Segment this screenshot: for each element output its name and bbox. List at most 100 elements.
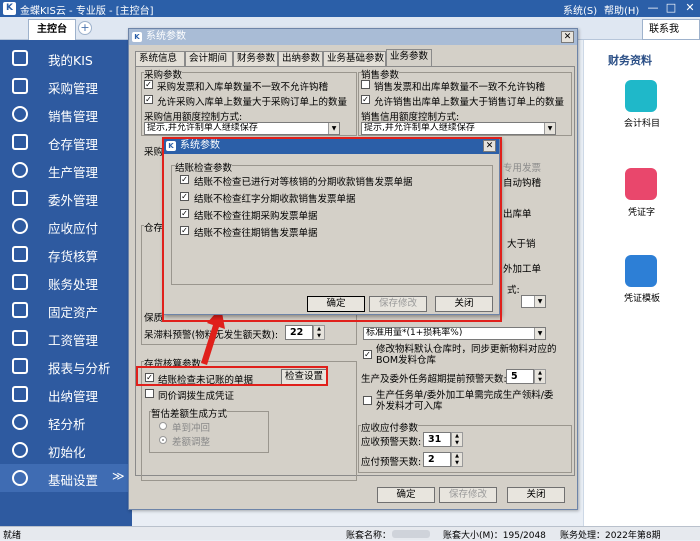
sidebar-item-reports[interactable]: 报表与分析 — [0, 352, 132, 380]
tab-finance[interactable]: 财务参数 — [233, 51, 278, 66]
storage-group-title: 仓存 — [144, 220, 164, 234]
sidebar-item-init[interactable]: 初始化 — [0, 436, 132, 464]
arap-group-title: 应收应付参数 — [361, 420, 419, 434]
sidebar-item-production[interactable]: 生产管理 — [0, 156, 132, 184]
blurred-account-name — [392, 530, 430, 538]
sidebar-item-accounting[interactable]: 账务处理 — [0, 268, 132, 296]
outsource-icon — [12, 190, 28, 206]
radio-diff-adjust[interactable] — [159, 436, 167, 444]
chart-icon — [12, 358, 28, 374]
overdue-input[interactable]: 5 ▲ ▼ — [506, 369, 546, 384]
tile-label-voucher-word[interactable]: 凭证字 — [628, 205, 655, 218]
tab-cashier[interactable]: 出纳参数 — [278, 51, 323, 66]
radio-diff-adjust-label: 差额调整 — [172, 437, 211, 448]
storage-keep-label: 保质 — [144, 313, 164, 324]
voucher-word-icon[interactable] — [625, 168, 657, 200]
app-title-bar: K 金蝶KIS云 - 专业版 - [主控台] 系统(S) 帮助(H) — □ ✕ — [0, 0, 700, 17]
sidebar-item-salary[interactable]: 工资管理 — [0, 324, 132, 352]
tab-business-base[interactable]: 业务基础参数 — [323, 51, 386, 66]
sales-credit-label: 销售信用额度控制方式: — [361, 112, 460, 123]
dialog-close-icon[interactable]: ✕ — [561, 31, 574, 43]
receivable-input[interactable]: 31 ▲ ▼ — [423, 432, 463, 447]
sidebar-item-sales[interactable]: 销售管理 — [0, 100, 132, 128]
receivable-label: 应收预警天数: — [361, 437, 422, 448]
sidebar-item-inventory-calc[interactable]: 存货核算 — [0, 240, 132, 268]
sidebar-item-outsource[interactable]: 委外管理 — [0, 184, 132, 212]
sales-credit-value: 提示,并允许制单人继续保存 — [364, 123, 475, 133]
sales-partial-auto: 自动钩稽 — [503, 178, 542, 189]
tab-business[interactable]: 业务参数 — [386, 49, 432, 66]
purchase-credit-value: 提示,并允许制单人继续保存 — [147, 123, 258, 133]
ok-button[interactable]: 确定 — [377, 487, 435, 503]
sales-partial-invoice: 专用发票 — [503, 163, 542, 174]
purchase-opt-1-checkbox[interactable]: ✓ — [144, 80, 153, 89]
tile-label-ledger[interactable]: 会计科目 — [624, 116, 660, 129]
diff-group-title: 暂估差额生成方式 — [151, 406, 228, 420]
purchase-credit-select[interactable]: 提示,并允许制单人继续保存 ▼ — [144, 122, 340, 135]
sidebar-item-fixed-assets[interactable]: 固定资产 — [0, 296, 132, 324]
must-finish-checkbox[interactable] — [363, 396, 372, 405]
dialog-app-icon: K — [132, 32, 142, 42]
payable-value: 2 — [428, 454, 435, 465]
sales-credit-select[interactable]: 提示,并允许制单人继续保存 ▼ — [361, 122, 556, 135]
close-button[interactable]: 关闭 — [507, 487, 565, 503]
spinner-icon[interactable]: ▲ ▼ — [534, 369, 546, 384]
sidebar-item-my-kis[interactable]: 我的KIS — [0, 44, 132, 72]
sales-opt-1-checkbox[interactable] — [361, 80, 370, 89]
menu-system[interactable]: 系统(S) — [563, 2, 597, 17]
material-usage-value: 标准用量*(1+损耗率%) — [366, 328, 463, 338]
settings-icon — [12, 470, 28, 486]
collapse-icon[interactable]: ≫ — [112, 469, 125, 483]
payable-input[interactable]: 2 ▲ ▼ — [423, 452, 463, 467]
radio-reverse-label: 单到冲回 — [172, 423, 211, 434]
tab-system-info[interactable]: 系统信息 — [135, 51, 185, 66]
purchase-opt-2-label: 允许采购入库单上数量大于采购订单上的数量 — [157, 97, 348, 108]
sidebar-item-purchase[interactable]: 采购管理 — [0, 72, 132, 100]
partial-select[interactable]: ▼ — [521, 295, 546, 308]
highlight-subdialog — [162, 137, 502, 322]
sales-opt-1-label: 销售发票和出库单数量不一致不允许钩稽 — [374, 82, 546, 93]
sidebar-item-basic-settings[interactable]: 基础设置 ≫ — [0, 464, 132, 492]
save-button[interactable]: 保存修改 — [439, 487, 497, 503]
close-icon[interactable]: ✕ — [683, 1, 697, 14]
purchase-opt-2-checkbox[interactable]: ✓ — [144, 95, 153, 104]
sidebar-item-arap[interactable]: 应收应付 — [0, 212, 132, 240]
material-usage-select[interactable]: 标准用量*(1+损耗率%) ▼ — [363, 327, 546, 340]
salary-icon — [12, 330, 28, 346]
minimize-icon[interactable]: — — [646, 1, 660, 14]
radio-reverse[interactable] — [159, 422, 167, 430]
tab-home[interactable]: 主控台 — [28, 19, 76, 40]
kis-logo-icon: K — [3, 2, 16, 15]
bom-sync-checkbox[interactable]: ✓ — [363, 350, 372, 359]
chevron-down-icon: ▼ — [328, 123, 339, 134]
slow-moving-input[interactable]: 22 ▲ ▼ — [285, 325, 325, 340]
maximize-icon[interactable]: □ — [664, 1, 678, 14]
status-account-name-label: 账套名称： — [346, 531, 392, 541]
sales-opt-2-checkbox[interactable]: ✓ — [361, 95, 370, 104]
add-tab-icon[interactable]: + — [78, 21, 92, 35]
person-icon — [12, 106, 28, 122]
spinner-icon[interactable]: ▲ ▼ — [313, 325, 325, 340]
bom-sync-label: 修改物料默认仓库时，同步更新物料对应的BOM发料仓库 — [376, 344, 557, 366]
tile-label-voucher-template[interactable]: 凭证模板 — [624, 291, 660, 304]
sales-opt-2-label: 允许销售出库单上数量大于销售订单上的数量 — [374, 97, 565, 108]
tab-contact[interactable]: 联系我 — [642, 19, 700, 40]
sidebar-item-cashier[interactable]: 出纳管理 — [0, 380, 132, 408]
ledger-icon[interactable] — [625, 80, 657, 112]
sidebar-item-light-analysis[interactable]: 轻分析 — [0, 408, 132, 436]
menu-help[interactable]: 帮助(H) — [604, 2, 639, 17]
right-panel-title: 财务资料 — [608, 54, 652, 67]
status-bar: 就绪 账套名称： 账套大小(M)：195/2048 账务处理：2022年第8期 — [0, 526, 700, 541]
dialog-tabs: 系统信息 会计期间 财务参数 出纳参数 业务基础参数 业务参数 — [135, 49, 575, 67]
purchase-truncated-label: 采购 — [144, 147, 164, 158]
spinner-icon[interactable]: ▲ ▼ — [451, 432, 463, 447]
init-icon — [12, 442, 28, 458]
spinner-icon[interactable]: ▲ ▼ — [451, 452, 463, 467]
gear-icon — [12, 162, 28, 178]
sales-partial-greater: 大于销 — [507, 239, 536, 250]
sidebar-item-warehouse[interactable]: 仓存管理 — [0, 128, 132, 156]
chevron-down-icon: ▼ — [534, 328, 545, 339]
tab-periods[interactable]: 会计期间 — [185, 51, 233, 66]
sync-voucher-checkbox[interactable] — [145, 389, 154, 398]
voucher-template-icon[interactable] — [625, 255, 657, 287]
